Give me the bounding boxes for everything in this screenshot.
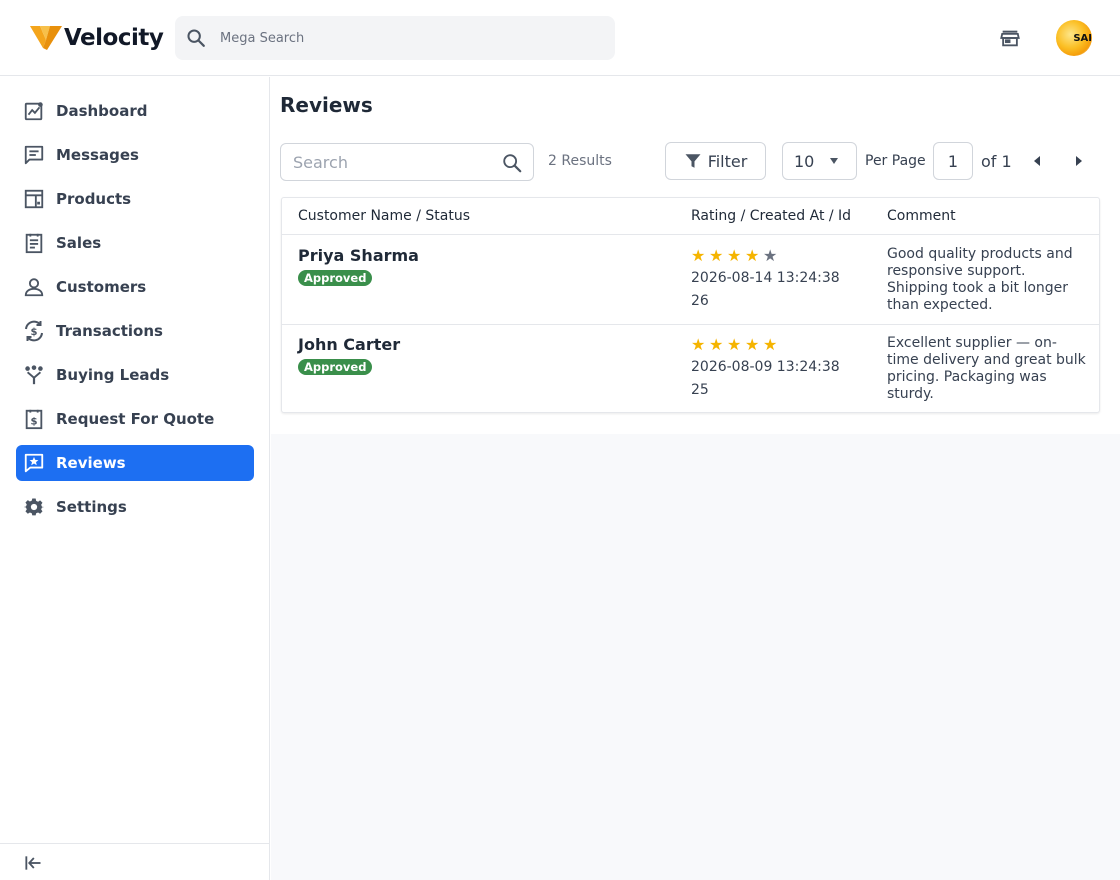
search-icon — [184, 26, 208, 50]
sidebar-item-request-for-quote[interactable]: $ Request For Quote — [16, 401, 254, 437]
created-at: 2026-08-09 13:24:38 — [691, 359, 840, 375]
table-header: Customer Name / Status Rating / Created … — [282, 198, 1099, 235]
star-icon: ★ — [691, 335, 706, 354]
star-icon: ★ — [691, 246, 706, 265]
sidebar-footer — [0, 843, 270, 880]
status-badge: Approved — [298, 359, 373, 375]
sales-icon — [22, 231, 46, 255]
sidebar-item-messages[interactable]: Messages — [16, 137, 254, 173]
star-icon: ★ — [763, 335, 778, 354]
column-header[interactable]: Rating / Created At / Id — [691, 208, 851, 224]
sidebar-item-label: Dashboard — [56, 102, 148, 120]
caret-left-icon — [1034, 156, 1040, 166]
sidebar-item-settings[interactable]: Settings — [16, 489, 254, 525]
dashboard-icon — [22, 99, 46, 123]
search-icon[interactable] — [501, 152, 523, 174]
sidebar-item-buying-leads[interactable]: Buying Leads — [16, 357, 254, 393]
rfq-icon: $ — [22, 407, 46, 431]
page-title: Reviews — [280, 93, 373, 117]
rating-stars: ★ ★ ★ ★ ★ — [691, 337, 781, 353]
sidebar-item-label: Messages — [56, 146, 139, 164]
sidebar-item-sales[interactable]: Sales — [16, 225, 254, 261]
filter-button[interactable]: Filter — [665, 142, 766, 180]
filter-icon — [685, 154, 701, 168]
mega-search[interactable] — [175, 16, 615, 60]
star-icon: ★ — [709, 246, 724, 265]
search-input[interactable] — [293, 152, 493, 172]
results-count: 2 Results — [548, 153, 612, 169]
review-comment: Good quality products and responsive sup… — [887, 246, 1073, 313]
sidebar-item-reviews[interactable]: Reviews — [16, 445, 254, 481]
reviews-panel: Reviews 2 Results Filter 10 Per Page 1 o… — [271, 77, 1120, 434]
caret-right-icon — [1076, 156, 1082, 166]
customer-name: Priya Sharma — [298, 246, 419, 265]
sidebar: Dashboard Messages Products Sales Custom… — [0, 77, 270, 880]
sidebar-item-label: Reviews — [56, 454, 126, 472]
svg-text:$: $ — [30, 417, 37, 428]
table-row[interactable]: John Carter Approved ★ ★ ★ ★ ★ 2026-08-0… — [282, 325, 1099, 414]
customers-icon — [22, 275, 46, 299]
sidebar-item-label: Request For Quote — [56, 410, 215, 428]
logo[interactable]: Velocity — [28, 22, 164, 54]
per-page-select[interactable]: 10 — [782, 142, 857, 180]
buying-leads-icon — [22, 363, 46, 387]
gear-icon — [22, 495, 46, 519]
sidebar-item-label: Settings — [56, 498, 127, 516]
review-comment: Excellent supplier — on-time delivery an… — [887, 335, 1086, 402]
chevron-down-icon — [830, 158, 838, 164]
reviews-search[interactable] — [280, 143, 534, 181]
page-count: of 1 — [981, 152, 1012, 171]
review-id: 25 — [691, 382, 709, 398]
transactions-icon: $ — [22, 319, 46, 343]
sidebar-item-transactions[interactable]: $ Transactions — [16, 313, 254, 349]
review-id: 26 — [691, 293, 709, 309]
star-icon: ★ — [727, 246, 742, 265]
table-row[interactable]: Priya Sharma Approved ★ ★ ★ ★ ★ 2026-08-… — [282, 236, 1099, 325]
sidebar-item-customers[interactable]: Customers — [16, 269, 254, 305]
star-icon: ★ — [745, 335, 760, 354]
star-icon: ★ — [745, 246, 760, 265]
page-number-input[interactable]: 1 — [933, 142, 973, 180]
filter-label: Filter — [707, 151, 748, 171]
star-icon: ★ — [709, 335, 724, 354]
column-header[interactable]: Comment — [887, 208, 956, 224]
mega-search-input[interactable] — [220, 30, 600, 46]
store-icon[interactable] — [998, 26, 1022, 50]
created-at: 2026-08-14 13:24:38 — [691, 270, 840, 286]
sidebar-item-products[interactable]: Products — [16, 181, 254, 217]
logo-text: Velocity — [64, 25, 164, 51]
collapse-sidebar-icon[interactable] — [22, 852, 44, 874]
user-avatar[interactable]: SAI — [1056, 20, 1092, 56]
per-page-label: Per Page — [865, 153, 926, 169]
top-header: Velocity SAI — [0, 0, 1120, 76]
svg-text:$: $ — [31, 327, 38, 338]
status-badge: Approved — [298, 270, 373, 286]
star-empty-icon: ★ — [763, 246, 778, 265]
star-icon: ★ — [727, 335, 742, 354]
sidebar-item-label: Buying Leads — [56, 366, 170, 384]
velocity-logo-icon — [30, 26, 62, 50]
products-icon — [22, 187, 46, 211]
sidebar-item-label: Sales — [56, 234, 102, 252]
messages-icon — [22, 143, 46, 167]
column-header[interactable]: Customer Name / Status — [298, 208, 470, 224]
customer-name: John Carter — [298, 335, 401, 354]
rating-stars: ★ ★ ★ ★ ★ — [691, 248, 781, 264]
main-content: Reviews 2 Results Filter 10 Per Page 1 o… — [271, 77, 1120, 880]
reviews-table: Customer Name / Status Rating / Created … — [281, 197, 1100, 413]
per-page-value: 10 — [794, 151, 815, 171]
reviews-icon — [22, 451, 46, 475]
next-page-button[interactable] — [1073, 155, 1085, 167]
sidebar-item-label: Transactions — [56, 322, 163, 340]
sidebar-item-label: Customers — [56, 278, 147, 296]
sidebar-item-label: Products — [56, 190, 132, 208]
sidebar-item-dashboard[interactable]: Dashboard — [16, 93, 254, 129]
avatar-text: SAI — [1073, 32, 1092, 44]
prev-page-button[interactable] — [1031, 155, 1043, 167]
